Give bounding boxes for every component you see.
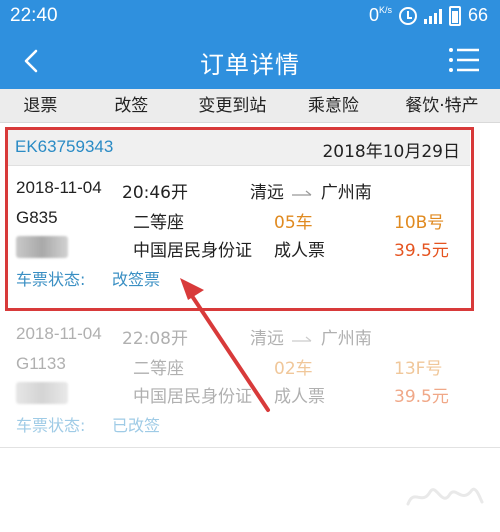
highlight-box [5, 127, 474, 311]
ticket-status-value: 已改签 [112, 416, 161, 435]
change-destination-button[interactable]: 变更到站 [182, 89, 283, 122]
net-speed-unit: K/s [378, 5, 392, 15]
to-station: 广州南 [320, 329, 372, 349]
seat-number: 13F号 [394, 359, 443, 379]
net-speed: 0K/s [369, 5, 392, 26]
divider [0, 447, 500, 448]
food-specialty-button[interactable]: 餐饮·特产 [384, 89, 500, 122]
route: 清远 广州南 [250, 324, 372, 349]
train-number: G1133 [16, 354, 66, 373]
status-icons: 0K/s 66 [369, 5, 488, 26]
battery-level: 66 [467, 5, 488, 25]
signal-icon [423, 8, 442, 24]
ticket-status-label: 车票状态: [16, 416, 86, 435]
seat-class: 二等座 [133, 359, 184, 379]
watermark-icon [406, 487, 484, 506]
car-number: 02车 [274, 359, 313, 379]
menu-icon[interactable] [448, 46, 480, 74]
id-type: 中国居民身份证 [133, 387, 252, 407]
from-station: 清远 [250, 329, 284, 349]
refund-button[interactable]: 退票 [0, 89, 81, 122]
passenger-name-blurred [16, 382, 68, 404]
insurance-button[interactable]: 乘意险 [283, 89, 384, 122]
ticket-date: 2018-11-04 [16, 324, 102, 343]
battery-icon [448, 5, 461, 26]
reschedule-button[interactable]: 改签 [81, 89, 182, 122]
page-title: 订单详情 [200, 51, 300, 79]
status-bar: 22:40 0K/s 66 [0, 0, 500, 33]
ticket-type: 成人票 [274, 387, 325, 407]
net-speed-value: 0 [368, 5, 379, 25]
route-arrow-icon [292, 336, 312, 342]
alarm-icon [398, 6, 417, 25]
title-bar: 订单详情 [0, 33, 500, 89]
status-time: 22:40 [10, 5, 58, 26]
ticket-price: 39.5元 [394, 387, 449, 407]
departure-time: 22:08开 [122, 329, 188, 349]
action-bar: 退票 改签 变更到站 乘意险 餐饮·特产 [0, 89, 500, 123]
